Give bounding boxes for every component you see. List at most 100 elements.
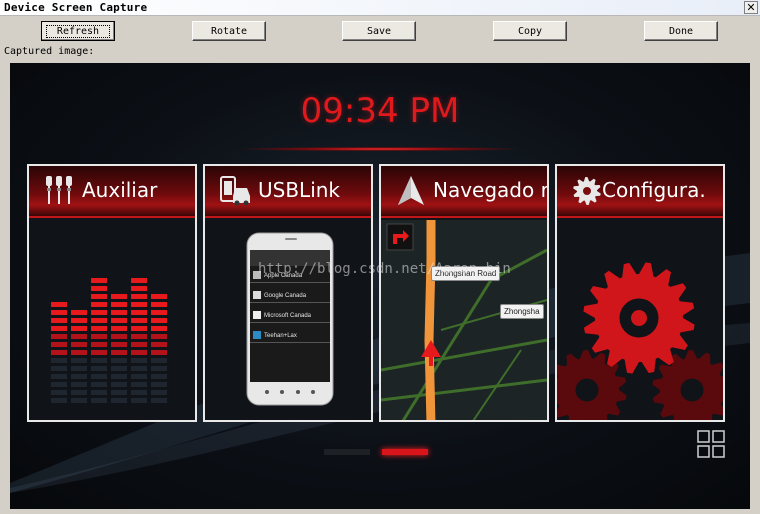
equalizer-segment — [131, 358, 147, 363]
navigation-arrow-icon — [398, 176, 424, 205]
equalizer-segment — [151, 310, 167, 315]
equalizer-segment — [131, 398, 147, 403]
equalizer-segment — [71, 334, 87, 339]
equalizer-segment — [151, 358, 167, 363]
equalizer-segment — [51, 366, 67, 371]
equalizer-segment — [91, 350, 107, 355]
equalizer-segment — [111, 366, 127, 371]
equalizer-segment — [51, 398, 67, 403]
equalizer-segment — [91, 286, 107, 291]
navegador-card-title: Navegado r — [433, 178, 549, 202]
equalizer-segment — [51, 302, 67, 307]
equalizer-segment — [111, 326, 127, 331]
equalizer-segment — [111, 334, 127, 339]
navegador-card-header: Navegado r — [381, 166, 547, 218]
equalizer-segment — [51, 310, 67, 315]
usblink-card[interactable]: USBLink Apple Canada Google Canada Micro… — [203, 164, 373, 422]
equalizer-segment — [91, 278, 107, 283]
equalizer-segment — [151, 334, 167, 339]
equalizer-segment — [131, 350, 147, 355]
equalizer-segment — [131, 278, 147, 283]
equalizer-segment — [71, 382, 87, 387]
equalizer-segment — [131, 286, 147, 291]
equalizer-segment — [91, 382, 107, 387]
equalizer-segment — [71, 318, 87, 323]
equalizer-segment — [151, 382, 167, 387]
equalizer-segment — [111, 302, 127, 307]
gear-hub — [570, 373, 604, 407]
auxiliar-card[interactable]: Auxiliar — [27, 164, 197, 422]
phone-list-item: Teehan+Lax — [264, 333, 297, 339]
audio-jacks-icon — [46, 176, 72, 204]
equalizer-segment — [71, 366, 87, 371]
equalizer-segment — [111, 358, 127, 363]
equalizer-segment — [91, 310, 107, 315]
equalizer-segment — [51, 334, 67, 339]
configura-card-header: Configura. — [557, 166, 723, 218]
equalizer-segment — [131, 374, 147, 379]
equalizer-segment — [151, 342, 167, 347]
equalizer-segment — [131, 382, 147, 387]
equalizer-segment — [71, 326, 87, 331]
equalizer-segment — [91, 342, 107, 347]
equalizer-segment — [71, 390, 87, 395]
captured-image-label: Captured image: — [4, 46, 95, 57]
equalizer-segment — [131, 294, 147, 299]
equalizer-segment — [151, 374, 167, 379]
equalizer-segment — [51, 342, 67, 347]
equalizer-segment — [91, 334, 107, 339]
equalizer-segment — [91, 302, 107, 307]
page-indicator-1[interactable] — [324, 449, 370, 455]
map-road-label: Zhongsha — [500, 304, 544, 319]
equalizer-segment — [111, 342, 127, 347]
equalizer-segment — [51, 350, 67, 355]
app-grid-icon[interactable] — [697, 430, 725, 458]
equalizer-segment — [71, 342, 87, 347]
equalizer-segment — [131, 342, 147, 347]
equalizer-segment — [111, 398, 127, 403]
equalizer-segment — [111, 350, 127, 355]
equalizer-segment — [131, 310, 147, 315]
equalizer-segment — [131, 326, 147, 331]
clock: 09:34 PM — [300, 91, 460, 131]
equalizer-segment — [111, 294, 127, 299]
configura-card[interactable]: Configura. — [555, 164, 725, 422]
captured-screen: 09:34 PM Auxiliar USBLink Apple Canada G… — [10, 63, 750, 509]
equalizer-segment — [151, 390, 167, 395]
equalizer-segment — [51, 374, 67, 379]
gear-hub — [675, 373, 709, 407]
equalizer-segment — [151, 326, 167, 331]
rotate-button[interactable]: Rotate — [192, 21, 266, 41]
configura-card-title: Configura. — [602, 178, 706, 202]
equalizer-segment — [151, 350, 167, 355]
equalizer-segment — [131, 366, 147, 371]
equalizer-segment — [111, 374, 127, 379]
done-button[interactable]: Done — [644, 21, 718, 41]
equalizer-segment — [111, 390, 127, 395]
equalizer-segment — [111, 382, 127, 387]
auxiliar-card-header: Auxiliar — [29, 166, 195, 218]
title-bar: Device Screen Capture ✕ — [0, 0, 760, 16]
refresh-button[interactable]: Refresh — [41, 21, 115, 41]
gears-graphic — [557, 220, 723, 420]
equalizer-segment — [131, 390, 147, 395]
equalizer-segment — [71, 374, 87, 379]
equalizer-segment — [111, 318, 127, 323]
map-graphic: Zhongshan Road Zhongsha — [381, 220, 547, 420]
gear-icon — [573, 177, 601, 205]
equalizer-segment — [111, 310, 127, 315]
equalizer-segment — [131, 334, 147, 339]
phone-car-icon — [220, 176, 250, 206]
equalizer-segment — [151, 302, 167, 307]
navegador-card[interactable]: Navegado r Zhongshan Road Zhongsha — [379, 164, 549, 422]
equalizer-graphic — [29, 220, 195, 420]
equalizer-segment — [71, 310, 87, 315]
equalizer-segment — [71, 358, 87, 363]
close-button[interactable]: ✕ — [744, 1, 758, 14]
copy-button[interactable]: Copy — [493, 21, 567, 41]
equalizer-segment — [51, 390, 67, 395]
equalizer-segment — [91, 366, 107, 371]
clock-underline — [245, 147, 515, 151]
save-button[interactable]: Save — [342, 21, 416, 41]
page-indicator-2[interactable] — [382, 449, 428, 455]
